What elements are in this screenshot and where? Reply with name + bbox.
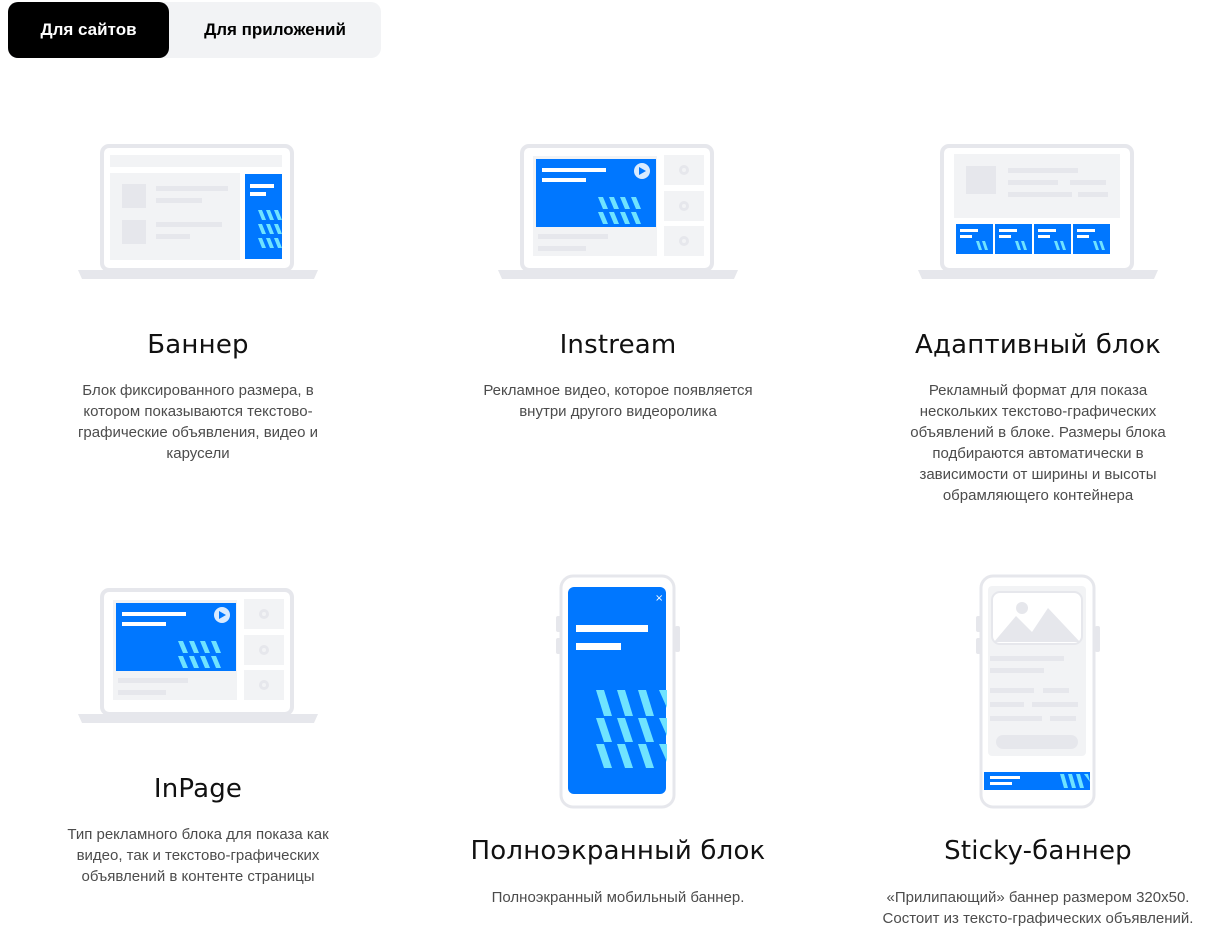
format-title: InPage [153,774,243,804]
svg-text:×: × [655,593,663,604]
format-card-fullscreen: × Полноэкранный блок Полноэкранный мобил… [418,566,818,926]
format-card-inpage: InPage Тип рекламного блока для показа к… [0,584,398,904]
format-description: Рекламное видео, которое появляется внут… [483,382,753,420]
format-title: Полноэкранный блок [470,836,766,866]
format-description: Рекламный формат для показа нескольких т… [910,382,1166,504]
format-card-adaptive: Адаптивный блок Рекламный формат для пок… [838,140,1226,510]
format-title: Адаптивный блок [914,330,1161,360]
phone-fullscreen-icon: × [556,574,680,809]
format-title: Sticky-баннер [944,836,1132,866]
format-description: Тип рекламного блока для показа как виде… [67,826,329,885]
format-description: Блок фиксированного размера, в котором п… [77,382,319,462]
format-description: Полноэкранный мобильный баннер. [491,889,745,906]
format-tabs: Для сайтов Для приложений [8,2,381,58]
format-card-instream: Instream Рекламное видео, которое появля… [418,140,818,480]
tab-sites[interactable]: Для сайтов [8,2,169,58]
format-card-sticky: Sticky-баннер «Прилипающий» баннер разме… [838,566,1226,949]
format-title: Instream [559,330,677,360]
format-description: «Прилипающий» баннер размером 320х50. Со… [882,889,1194,927]
tab-apps[interactable]: Для приложений [169,2,381,58]
format-title: Баннер [147,330,249,360]
format-card-banner: Баннер Блок фиксированного размера, в ко… [0,140,398,480]
phone-sticky-icon [976,574,1100,809]
